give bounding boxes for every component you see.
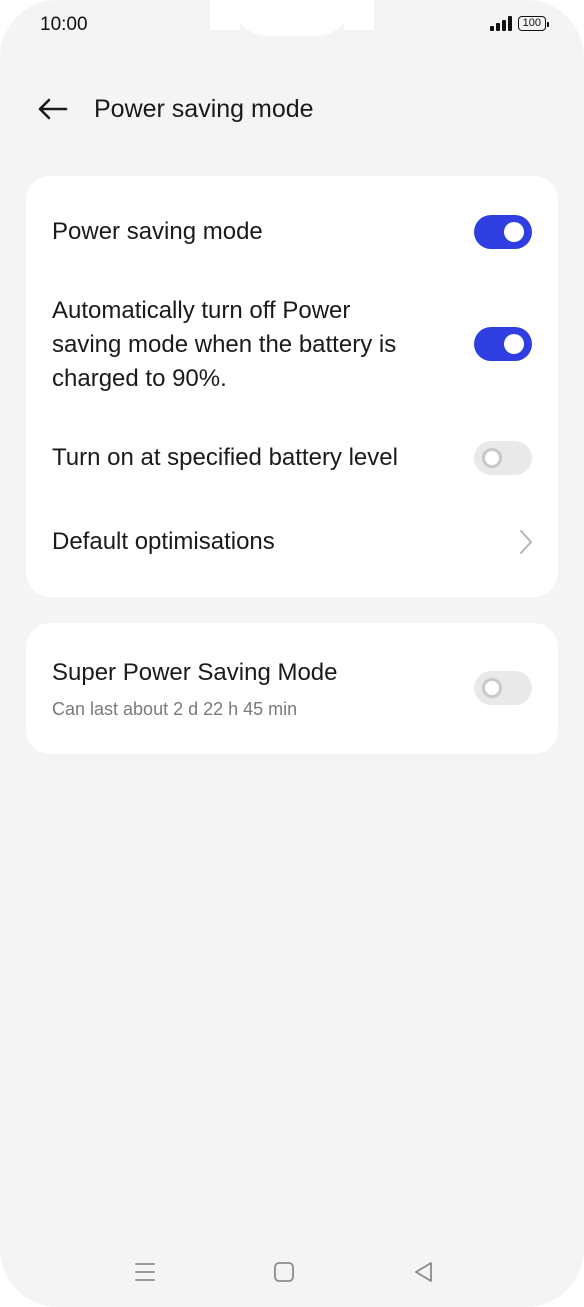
back-triangle-icon xyxy=(415,1262,432,1282)
power-saving-toggle[interactable] xyxy=(474,215,532,249)
battery-level: 100 xyxy=(522,17,541,29)
super-saving-label: Super Power Saving Mode xyxy=(52,659,338,686)
signal-icon xyxy=(489,16,512,31)
specified-level-row[interactable]: Turn on at specified battery level xyxy=(26,424,558,492)
settings-card: Power saving mode Automatically turn off… xyxy=(26,176,558,597)
super-saving-toggle[interactable] xyxy=(474,671,532,705)
auto-off-row[interactable]: Automatically turn off Power saving mode… xyxy=(26,288,558,400)
back-button[interactable] xyxy=(34,93,70,125)
auto-off-line-3: charged to 90%. xyxy=(52,365,227,392)
toggle-knob xyxy=(482,448,502,468)
auto-off-line-1: Automatically turn off Power xyxy=(52,297,351,324)
toggle-knob xyxy=(482,678,502,698)
auto-off-label: Automatically turn off Power saving mode… xyxy=(52,294,452,396)
status-icons: 100 xyxy=(489,16,550,31)
chevron-right-icon xyxy=(520,530,532,554)
toggle-knob xyxy=(504,334,524,354)
super-saving-subtext: Can last about 2 d 22 h 45 min xyxy=(52,699,298,719)
power-saving-row[interactable]: Power saving mode xyxy=(26,198,558,266)
specified-level-toggle[interactable] xyxy=(474,441,532,475)
navigation-bar xyxy=(0,1250,584,1294)
default-optimisations-row[interactable]: Default optimisations xyxy=(26,508,558,576)
power-saving-label: Power saving mode xyxy=(52,218,263,245)
back-arrow-icon xyxy=(38,98,68,120)
page-title: Power saving mode xyxy=(94,95,314,123)
header: Power saving mode xyxy=(0,84,584,134)
back-nav-button[interactable] xyxy=(402,1250,446,1294)
auto-off-toggle[interactable] xyxy=(474,327,532,361)
super-saving-row[interactable]: Super Power Saving Mode Can last about 2… xyxy=(26,623,558,754)
camera-notch xyxy=(210,0,374,36)
home-button[interactable] xyxy=(262,1250,306,1294)
toggle-knob xyxy=(504,222,524,242)
battery-icon: 100 xyxy=(517,16,550,31)
auto-off-line-2: saving mode when the battery is xyxy=(52,331,397,358)
default-optimisations-label: Default optimisations xyxy=(52,528,275,555)
menu-button[interactable] xyxy=(123,1250,167,1294)
phone-screen: 10:00 100 Power saving mode Power saving… xyxy=(0,0,584,1307)
menu-icon xyxy=(135,1263,155,1281)
super-saving-card: Super Power Saving Mode Can last about 2… xyxy=(26,623,558,754)
status-time: 10:00 xyxy=(40,14,88,35)
home-icon xyxy=(274,1262,294,1282)
specified-level-label: Turn on at specified battery level xyxy=(52,444,398,471)
